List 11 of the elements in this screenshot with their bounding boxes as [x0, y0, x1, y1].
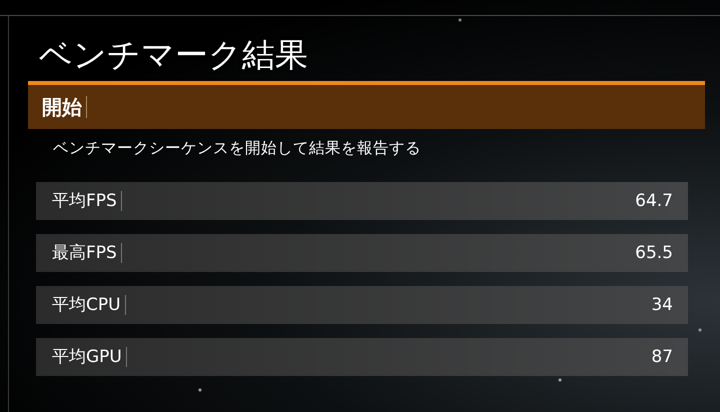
result-value: 65.5 — [635, 242, 673, 264]
menu-item-description: ベンチマークシーケンスを開始して結果を報告する — [52, 138, 422, 159]
result-label: 平均GPU — [52, 347, 127, 368]
result-value: 64.7 — [635, 190, 673, 212]
page-title: ベンチマーク結果 — [38, 34, 309, 71]
result-label: 最高FPS — [52, 243, 122, 264]
result-label: 平均CPU — [52, 295, 126, 316]
result-value: 87 — [651, 346, 673, 368]
start-menu-item[interactable]: 開始 — [28, 85, 705, 129]
result-label: 平均FPS — [52, 191, 122, 212]
result-value: 34 — [651, 294, 673, 316]
